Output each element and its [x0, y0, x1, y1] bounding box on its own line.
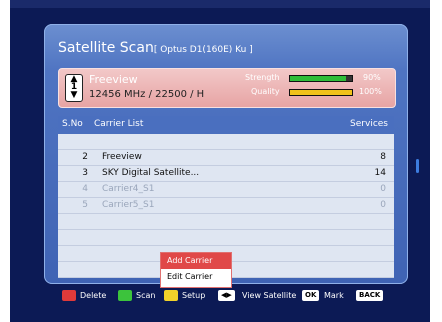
row-services: 0	[380, 184, 386, 194]
table-row[interactable]	[58, 230, 394, 246]
top-strip	[10, 0, 430, 8]
table-row[interactable]: 2 Freeview 8	[58, 150, 394, 166]
col-carrier-list: Carrier List	[94, 119, 144, 129]
table-header: S.No Carrier List Services	[58, 116, 394, 132]
row-services: 8	[380, 152, 386, 162]
row-carrier-name: Carrier4_S1	[102, 184, 155, 194]
table-row[interactable]: 3 SKY Digital Satellite... 14	[58, 166, 394, 182]
title-text: Satellite Scan	[58, 40, 154, 56]
page-title: Satellite Scan[ Optus D1(160E) Ku ]	[58, 40, 253, 56]
table-row[interactable]	[58, 134, 394, 150]
table-row[interactable]	[58, 214, 394, 230]
col-sno: S.No	[62, 119, 83, 129]
quality-bar-fill	[290, 90, 352, 95]
strength-bar	[289, 75, 353, 82]
menu-item-add-carrier[interactable]: Add Carrier	[161, 253, 231, 269]
row-number: 2	[82, 152, 88, 162]
carrier-frequency: 12456 MHz / 22500 / H	[89, 89, 205, 100]
satellite-scan-panel: Satellite Scan[ Optus D1(160E) Ku ] ▲ 1 ▼ …	[44, 24, 419, 284]
up-down-icon[interactable]: ▲ 1 ▼	[65, 74, 83, 102]
row-carrier-name: Carrier5_S1	[102, 200, 155, 210]
strength-bar-fill	[290, 76, 346, 81]
strength-label: Strength	[245, 73, 280, 82]
menu-item-edit-carrier[interactable]: Edit Carrier	[161, 269, 231, 285]
delete-label[interactable]: Delete	[80, 291, 106, 300]
row-number: 5	[82, 200, 88, 210]
yellow-key-icon	[164, 290, 178, 301]
left-right-arrows-icon: ◀▶	[218, 290, 235, 301]
row-services: 0	[380, 200, 386, 210]
row-services: 14	[374, 168, 386, 178]
row-number: 3	[82, 168, 88, 178]
quality-percent: 100%	[359, 87, 382, 96]
carrier-name: Freeview	[89, 73, 138, 86]
current-carrier-card: ▲ 1 ▼ Freeview 12456 MHz / 22500 / H Stren…	[58, 68, 396, 108]
title-subtitle: [ Optus D1(160E) Ku ]	[153, 45, 253, 55]
row-carrier-name: SKY Digital Satellite...	[102, 168, 200, 178]
red-key-icon	[62, 290, 76, 301]
context-menu: Add Carrier Edit Carrier	[160, 252, 232, 288]
row-carrier-name: Freeview	[102, 152, 142, 162]
ok-key: OK	[302, 290, 320, 301]
back-key[interactable]: BACK	[356, 290, 384, 301]
table-row[interactable]: 5 Carrier5_S1 0	[58, 198, 394, 214]
quality-label: Quality	[251, 87, 280, 96]
col-services: Services	[350, 119, 388, 129]
scrollbar[interactable]	[416, 159, 419, 173]
mark-label[interactable]: Mark	[324, 291, 344, 300]
scan-label[interactable]: Scan	[136, 291, 155, 300]
tv-screen: Satellite Scan[ Optus D1(160E) Ku ] ▲ 1 ▼ …	[10, 0, 430, 322]
strength-percent: 90%	[363, 73, 381, 82]
key-legend: Delete Scan Setup ◀▶ View Satellite OK M…	[62, 290, 422, 304]
setup-label[interactable]: Setup	[182, 291, 205, 300]
view-satellite-label[interactable]: View Satellite	[242, 291, 296, 300]
table-row[interactable]: 4 Carrier4_S1 0	[58, 182, 394, 198]
quality-bar	[289, 89, 353, 96]
row-number: 4	[82, 184, 88, 194]
green-key-icon	[118, 290, 132, 301]
